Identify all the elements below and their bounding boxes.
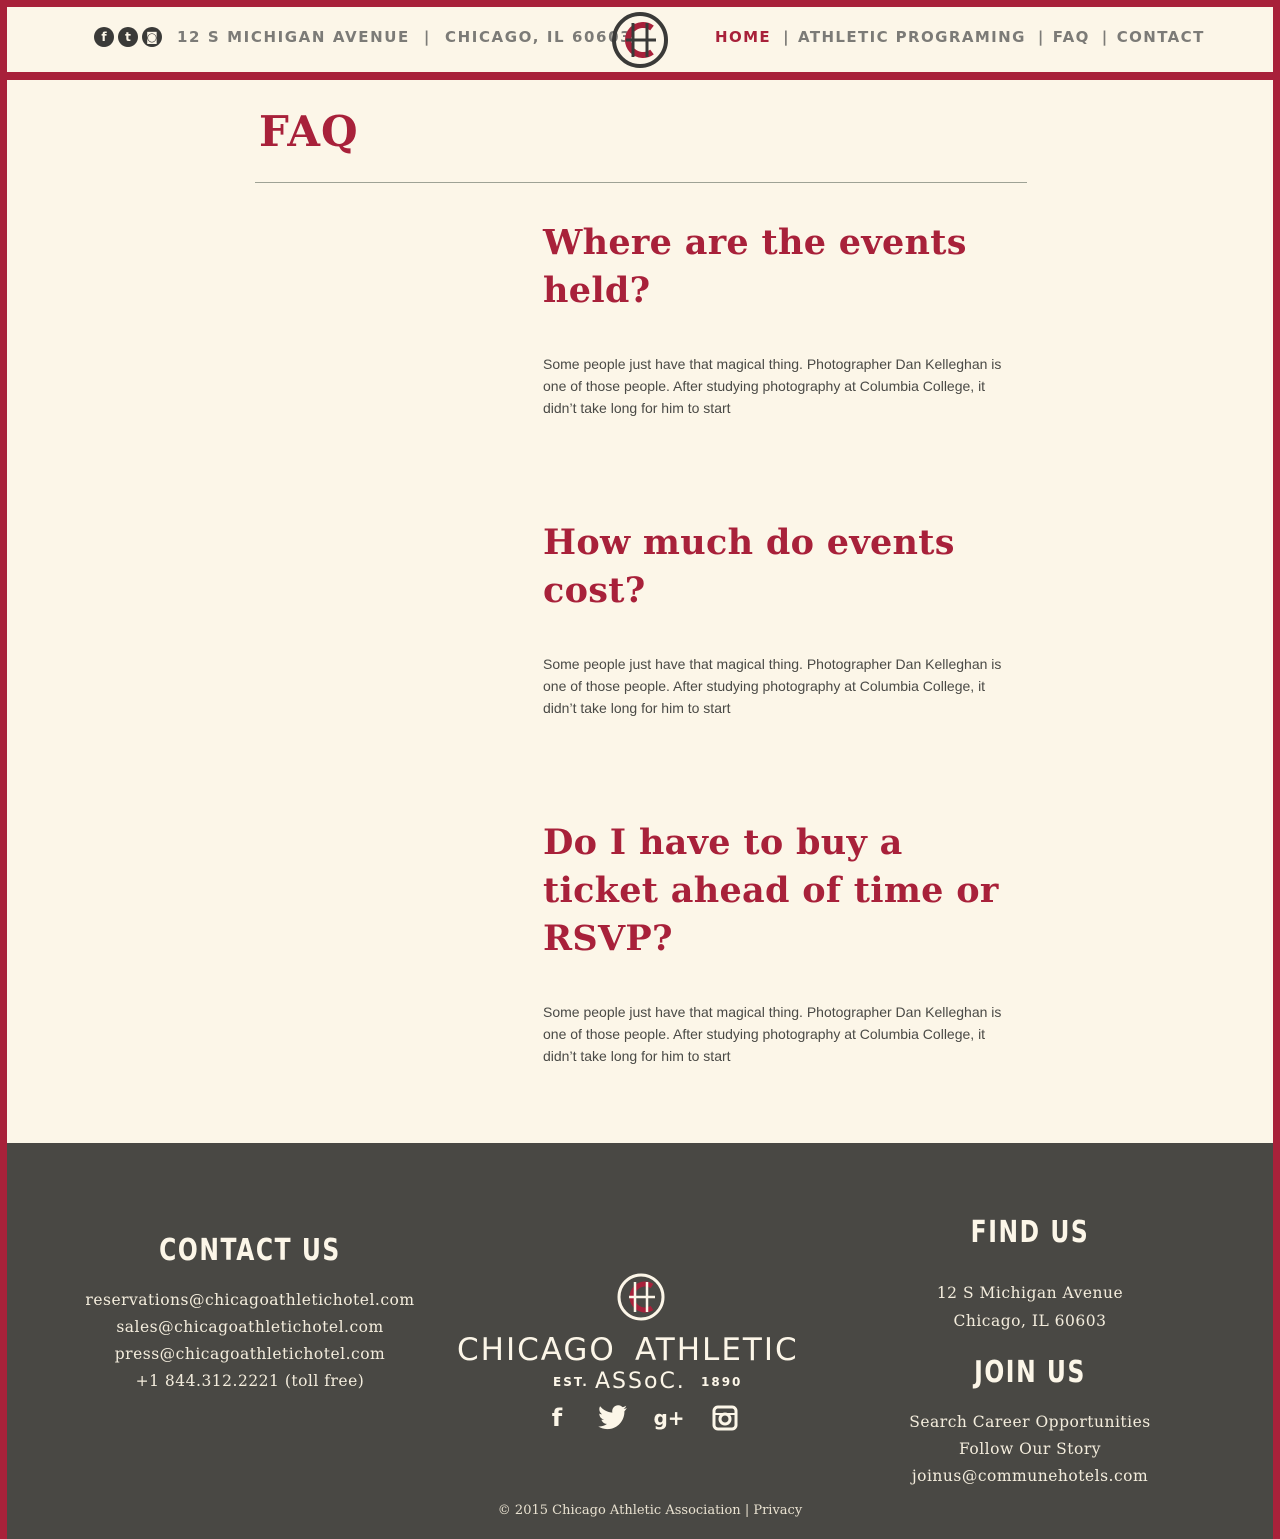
logo-name-right: ATHLETIC (635, 1332, 799, 1368)
site-footer: CONTACT US reservations@chicagoathletich… (7, 1143, 1273, 1539)
faq-question: Where are the events held? (543, 222, 967, 311)
header-social-links: f t ◙ (94, 27, 162, 47)
instagram-icon[interactable] (710, 1403, 740, 1433)
contact-phone[interactable]: +1 844.312.2221 (toll free) (50, 1368, 450, 1395)
nav-separator: | (1101, 28, 1109, 46)
follow-story-link[interactable]: Follow Our Story (830, 1436, 1230, 1463)
contact-email-sales[interactable]: sales@chicagoathletichotel.com (50, 1314, 450, 1341)
faq-question: Do I have to buy a ticket ahead of time … (543, 822, 999, 959)
nav-athletic-programing[interactable]: ATHLETIC PROGRAMING (798, 28, 1026, 46)
logo-assoc: ASSoC. (595, 1369, 686, 1393)
main-nav: HOME | ATHLETIC PROGRAMING | FAQ | CONTA… (715, 28, 1205, 46)
address-separator: | (423, 28, 431, 46)
faq-item: How much do events cost? Some people jus… (543, 519, 1043, 719)
header-divider (7, 72, 1273, 80)
find-heading: FIND US (970, 1215, 1090, 1250)
faq-question: How much do events cost? (543, 522, 955, 611)
facebook-icon[interactable]: f (542, 1403, 572, 1433)
copyright-text: © 2015 Chicago Athletic Association (497, 1503, 741, 1518)
join-links: Search Career Opportunities Follow Our S… (830, 1409, 1230, 1490)
nav-separator: | (783, 28, 790, 46)
footer-logo: CHICAGO ATHLETIC EST. ASSoC. 1890 (457, 1273, 799, 1393)
find-street: 12 S Michigan Avenue (936, 1284, 1124, 1302)
logo-icon[interactable] (611, 11, 669, 69)
nav-faq[interactable]: FAQ (1053, 28, 1090, 46)
contact-email-reservations[interactable]: reservations@chicagoathletichotel.com (50, 1287, 450, 1314)
contact-list: reservations@chicagoathletichotel.com sa… (50, 1287, 450, 1395)
logo-est: EST. (553, 1375, 589, 1389)
footer-social-links: f g+ (542, 1403, 740, 1433)
logo-year: 1890 (701, 1375, 742, 1389)
contact-email-press[interactable]: press@chicagoathletichotel.com (50, 1341, 450, 1368)
copyright: © 2015 Chicago Athletic Association | Pr… (7, 1503, 1280, 1518)
page-title: FAQ (259, 107, 359, 156)
find-city: Chicago, IL 60603 (953, 1312, 1107, 1330)
logo-name-left: CHICAGO (457, 1332, 616, 1368)
copyright-separator: | (744, 1503, 750, 1518)
contact-heading: CONTACT US (159, 1233, 341, 1268)
faq-item: Where are the events held? Some people j… (543, 219, 1043, 419)
join-email-link[interactable]: joinus@communehotels.com (830, 1463, 1230, 1490)
page-frame: f t ◙ 12 S MICHIGAN AVENUE | CHICAGO, IL… (7, 7, 1273, 1539)
facebook-icon[interactable]: f (94, 27, 114, 47)
twitter-icon[interactable]: t (118, 27, 138, 47)
address-city: CHICAGO, IL 60603 (445, 28, 633, 46)
privacy-link[interactable]: Privacy (753, 1503, 802, 1518)
join-heading: JOIN US (974, 1355, 1086, 1390)
faq-answer: Some people just have that magical thing… (543, 1004, 1002, 1064)
faq-item: Do I have to buy a ticket ahead of time … (543, 819, 1013, 1067)
title-divider (255, 182, 1027, 183)
nav-separator: | (1037, 28, 1045, 46)
google-plus-icon[interactable]: g+ (653, 1403, 684, 1433)
nav-contact[interactable]: CONTACT (1117, 28, 1205, 46)
address-street: 12 S MICHIGAN AVENUE (177, 28, 410, 46)
search-careers-link[interactable]: Search Career Opportunities (830, 1409, 1230, 1436)
site-header: f t ◙ 12 S MICHIGAN AVENUE | CHICAGO, IL… (7, 7, 1273, 72)
find-address: 12 S Michigan Avenue Chicago, IL 60603 (830, 1279, 1230, 1335)
nav-home[interactable]: HOME (715, 28, 771, 46)
instagram-icon[interactable]: ◙ (142, 27, 162, 47)
twitter-icon[interactable] (598, 1403, 628, 1433)
header-address: 12 S MICHIGAN AVENUE | CHICAGO, IL 60603 (177, 28, 632, 46)
faq-answer: Some people just have that magical thing… (543, 656, 1002, 716)
faq-answer: Some people just have that magical thing… (543, 356, 1002, 416)
